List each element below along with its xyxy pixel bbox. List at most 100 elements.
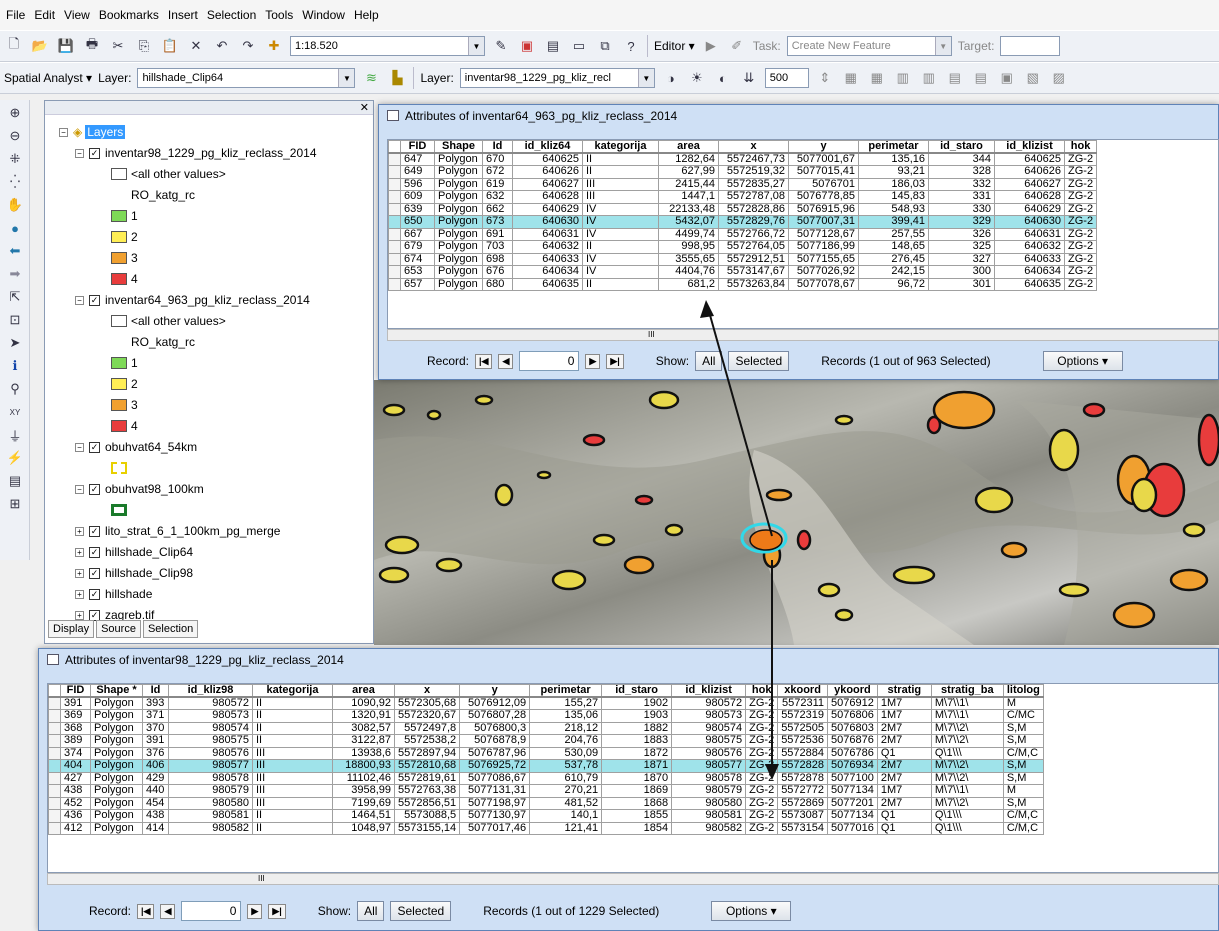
table-cell[interactable]: 5077155,65 — [788, 252, 859, 266]
table-cell[interactable]: 7199,69 — [332, 796, 395, 810]
expand-icon[interactable]: + — [75, 589, 84, 599]
toc-layer-5[interactable]: + ✓ hillshade_Clip64 — [75, 543, 193, 561]
table-row[interactable]: 647 Polygon 670 640625 II 1282,64 5572467,73 50… — [388, 152, 1098, 166]
table-cell[interactable]: 326 — [928, 227, 995, 241]
previous-record-button[interactable]: ◀ — [160, 903, 176, 919]
table-cell[interactable]: Q\1\\\ — [930, 821, 1004, 835]
table-cell[interactable]: 1464,51 — [332, 809, 395, 823]
show-all-button[interactable]: All — [695, 351, 723, 371]
arctoolbox-icon[interactable]: ▣ — [517, 36, 537, 56]
table-cell[interactable]: 5076912,09 — [459, 696, 531, 710]
column-header[interactable]: x — [718, 140, 789, 154]
table-cell[interactable]: 5077130,97 — [459, 809, 531, 823]
table-cell[interactable]: 1871 — [601, 759, 673, 773]
table-row[interactable]: 650 Polygon 673 640630 IV 5432,07 5572829,76 50… — [388, 215, 1098, 229]
table-cell[interactable]: 5572897,94 — [393, 746, 461, 760]
table-cell[interactable]: 155,27 — [529, 696, 603, 710]
table-cell[interactable]: 1M7 — [876, 784, 932, 798]
table-cell[interactable]: 640630 — [994, 215, 1065, 229]
table-cell[interactable]: S,M — [1002, 796, 1044, 810]
forward-extent-icon[interactable]: ➡ — [5, 264, 25, 284]
toc-layer-4[interactable]: + ✓ lito_strat_6_1_100km_pg_merge — [75, 522, 280, 540]
table-cell[interactable]: Polygon — [90, 746, 143, 760]
table-cell[interactable]: II — [252, 696, 333, 710]
table-cell[interactable]: 18800,93 — [332, 759, 395, 773]
table-cell[interactable]: 301 — [928, 277, 995, 291]
table-cell[interactable]: ZG-2 — [1063, 252, 1098, 266]
paste-icon[interactable]: 📋 — [160, 36, 180, 56]
table-cell[interactable]: 5076876 — [827, 734, 878, 748]
table-cell[interactable]: 703 — [482, 240, 513, 254]
expand-icon[interactable]: + — [75, 568, 84, 578]
row-selector[interactable] — [388, 227, 401, 241]
toc-layer-1[interactable]: − ✓ inventar64_963_pg_kliz_reclass_2014 — [75, 291, 310, 309]
next-record-button[interactable]: ▶ — [247, 903, 263, 919]
table-cell[interactable]: 5573147,67 — [718, 265, 789, 279]
table-cell[interactable]: 5573154 — [777, 821, 829, 835]
column-header[interactable]: ykoord — [827, 684, 878, 698]
expand-icon[interactable]: + — [75, 526, 84, 536]
layers-root[interactable]: − ◈ Layers — [59, 123, 126, 141]
xy-icon[interactable]: XY — [5, 402, 25, 422]
table-cell[interactable]: ZG-2 — [745, 784, 779, 798]
table-cell[interactable]: 4499,74 — [658, 227, 719, 241]
table-cell[interactable]: ZG-2 — [1063, 265, 1098, 279]
table-cell[interactable]: 5572912,51 — [718, 252, 789, 266]
table-cell[interactable]: 530,09 — [529, 746, 603, 760]
table-cell[interactable]: 673 — [482, 215, 513, 229]
table-cell[interactable]: 640633 — [512, 252, 583, 266]
table-cell[interactable]: 5077086,67 — [459, 771, 531, 785]
table-cell[interactable]: 5572810,68 — [393, 759, 461, 773]
legend-class-2[interactable]: 2 — [111, 228, 138, 246]
table-cell[interactable]: 596 — [400, 177, 435, 191]
column-header[interactable]: x — [393, 684, 461, 698]
table-cell[interactable]: 96,72 — [858, 277, 929, 291]
record-number-input[interactable]: 0 — [181, 901, 242, 921]
table-cell[interactable]: 640625 — [994, 152, 1065, 166]
toc-layer-2[interactable]: − ✓ obuhvat64_54km — [75, 438, 197, 456]
table-cell[interactable]: M\7\\1\ — [930, 784, 1004, 798]
table-cell[interactable]: S,M — [1002, 771, 1044, 785]
table-cell[interactable]: II — [252, 821, 333, 835]
tab-display[interactable]: Display — [48, 620, 95, 638]
table-cell[interactable]: Polygon — [434, 202, 483, 216]
table-cell[interactable]: ZG-2 — [745, 796, 779, 810]
table-cell[interactable]: Polygon — [434, 240, 483, 254]
table-cell[interactable]: Polygon — [90, 821, 143, 835]
table-cell[interactable]: 5572856,51 — [393, 796, 461, 810]
hyperlink-icon[interactable]: ⚡ — [5, 448, 25, 468]
table-cell[interactable]: 391 — [142, 734, 169, 748]
table-cell[interactable]: IV — [582, 252, 659, 266]
catalog-icon[interactable]: ▤ — [543, 36, 563, 56]
class-swatch[interactable] — [111, 273, 127, 285]
table-cell[interactable]: 657 — [400, 277, 435, 291]
table-cell[interactable]: 3555,65 — [658, 252, 719, 266]
table-cell[interactable]: 369 — [60, 709, 91, 723]
show-selected-button[interactable]: Selected — [390, 901, 452, 921]
table-cell[interactable]: 5572320,67 — [393, 709, 461, 723]
table-cell[interactable]: 270,21 — [529, 784, 603, 798]
time-slider-icon[interactable]: ⊞ — [5, 494, 25, 514]
column-header[interactable]: area — [332, 684, 395, 698]
sketch-tool-icon[interactable]: ✐ — [727, 36, 747, 56]
table-row[interactable]: 427 Polygon 429 980578 III 11102,46 5572819,61… — [48, 771, 1044, 785]
table-cell[interactable]: 393 — [142, 696, 169, 710]
table-cell[interactable]: 5572766,72 — [718, 227, 789, 241]
table-cell[interactable]: 680 — [482, 277, 513, 291]
column-header[interactable]: Id — [142, 684, 169, 698]
table-cell[interactable]: 5572828,86 — [718, 202, 789, 216]
table-cell[interactable]: ZG-2 — [745, 809, 779, 823]
table-cell[interactable]: 653 — [400, 265, 435, 279]
task-select[interactable]: Create New Feature ▼ — [786, 36, 952, 56]
table-cell[interactable]: 650 — [400, 215, 435, 229]
table-cell[interactable]: 548,93 — [858, 202, 929, 216]
table-cell[interactable]: Q1 — [876, 746, 932, 760]
menu-edit[interactable]: Edit — [34, 8, 55, 22]
swipe-icon[interactable]: ⇊ — [739, 68, 759, 88]
table-cell[interactable]: 1447,1 — [658, 190, 719, 204]
grid-tool-icon[interactable]: ▦ — [867, 68, 887, 88]
map-view[interactable] — [374, 380, 1219, 645]
options-button[interactable]: Options ▾ — [711, 901, 792, 921]
effects-layer-select[interactable]: inventar98_1229_pg_kliz_recl ▼ — [459, 68, 655, 88]
table-cell[interactable]: 1320,91 — [332, 709, 395, 723]
